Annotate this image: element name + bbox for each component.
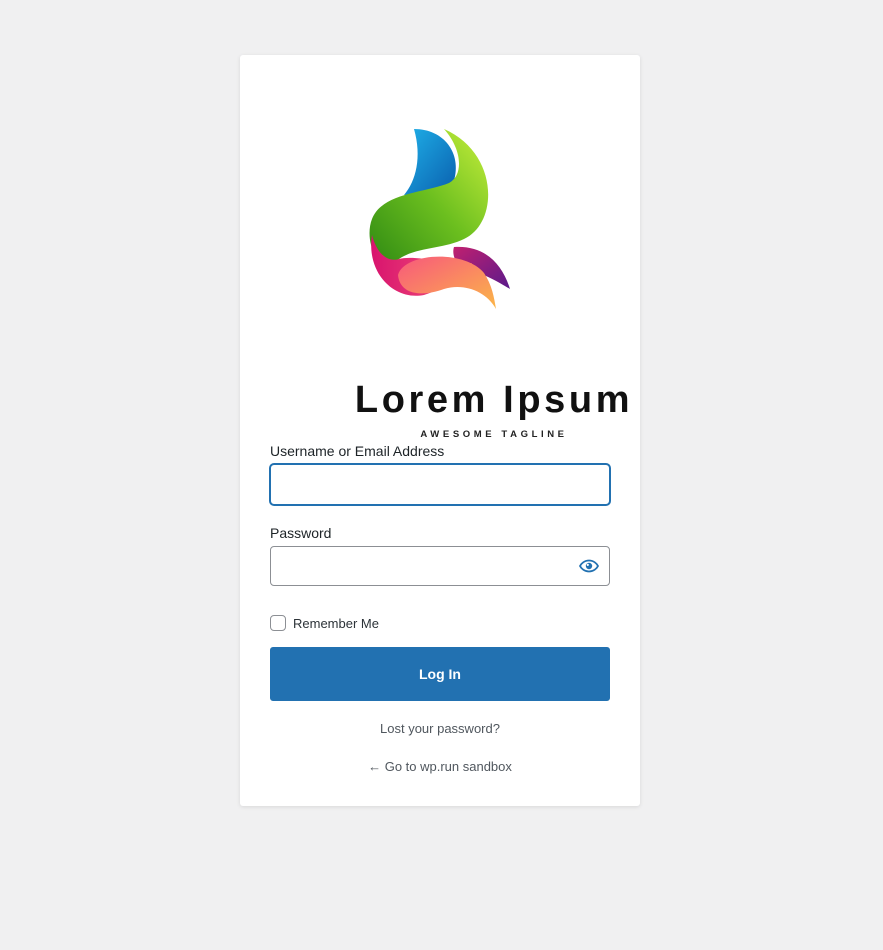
remember-me-label: Remember Me bbox=[293, 615, 379, 631]
log-in-button[interactable]: Log In bbox=[270, 647, 610, 701]
show-password-button[interactable] bbox=[570, 547, 608, 585]
back-to-site-row: ← Go to wp.run sandbox bbox=[240, 759, 640, 774]
lost-password-row: Lost your password? bbox=[240, 721, 640, 736]
logo-mark-icon bbox=[369, 129, 510, 309]
login-card: Lorem Ipsum AWESOME TAGLINE Username or … bbox=[240, 55, 640, 806]
lost-password-link[interactable]: Lost your password? bbox=[380, 721, 500, 736]
eye-icon bbox=[579, 559, 599, 573]
site-logo[interactable]: Lorem Ipsum AWESOME TAGLINE bbox=[294, 123, 629, 439]
remember-me-checkbox[interactable] bbox=[270, 615, 286, 631]
back-to-site-link[interactable]: ← Go to wp.run sandbox bbox=[368, 759, 512, 774]
logo-tagline: AWESOME TAGLINE bbox=[420, 429, 568, 440]
remember-me-row[interactable]: Remember Me bbox=[270, 615, 379, 631]
password-input[interactable] bbox=[270, 546, 610, 586]
password-label: Password bbox=[270, 525, 332, 541]
logo-text: Lorem Ipsum bbox=[354, 379, 634, 421]
username-input[interactable] bbox=[270, 464, 610, 505]
username-label: Username or Email Address bbox=[270, 443, 445, 459]
